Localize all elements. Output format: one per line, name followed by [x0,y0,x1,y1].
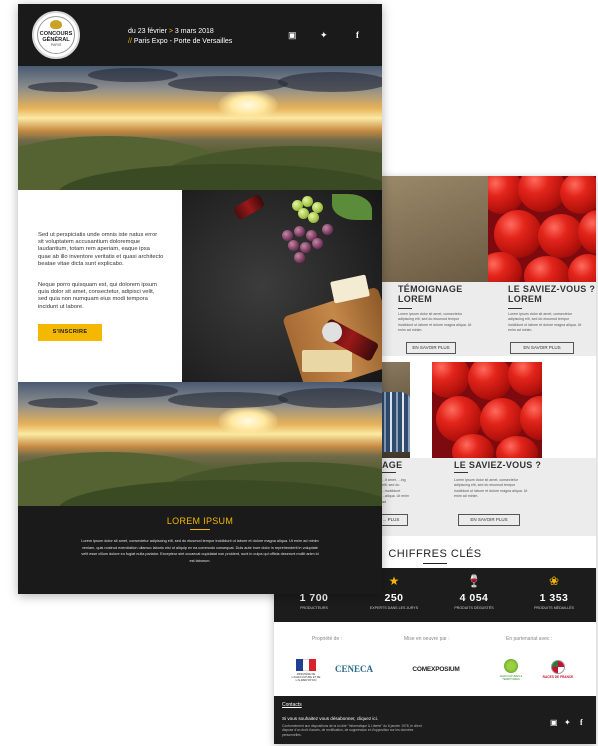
block-title: AGE [382,460,403,470]
ministry-logo-text: MINISTÈRE DE L'AGRICULTURE ET DE L'ALIME… [291,672,321,682]
email-header: CONCOURS GÉNÉRAL PARIS du 23 février > 3 … [18,4,382,66]
ceneca-logo[interactable]: CENECA [332,660,376,678]
read-more-button[interactable]: EN SAVOIR PLUS [510,342,574,354]
intro-paragraph-2: Neque porro quisquam est, qui dolorem ip… [38,282,157,310]
stat-label: PRODUITS MÉDAILLÉS [534,606,574,610]
instagram-icon[interactable]: ▣ [288,30,297,41]
jury-icon: ★ [388,574,400,588]
footer-title-rule [190,529,210,530]
register-button[interactable]: S'INSCRIRE [38,324,102,341]
read-more-button[interactable]: EN SAVOIR PLUS [406,342,456,354]
footer-title: LOREM IPSUM [166,516,234,526]
title-rule [454,472,468,473]
key-figures-rule [423,563,447,564]
twitter-icon[interactable]: ✦ [564,718,571,727]
stat-label: PRODUITS DÉGUSTÉS [454,606,494,610]
intro-text-column: Sed ut perspiciatis unde omnis iste natu… [18,190,182,382]
instagram-icon[interactable]: ▣ [550,718,558,727]
legal-text: Conformément aux dispositions de la loi … [282,724,422,737]
contacts-link[interactable]: Contacts [282,702,302,708]
title-rule [382,472,396,473]
stat-products-tasted: 🍷 4 054 PRODUITS DÉGUSTÉS [434,568,514,622]
testimony-text-area: TÉMOIGNAGE LOREM Lorem ipsum dolor sit am… [374,282,488,356]
block-text: Lorem ipsum dolor sit amet, consectetur … [508,312,582,333]
logo-subtext: PARIS [50,43,62,47]
unsubscribe-text[interactable]: Si vous souhaitez vous désabonner, cliqu… [282,716,378,721]
stat-label: EXPERTS DANS LES JURYS [369,606,419,610]
hero-landscape-image [18,66,382,190]
agriculteurs-logo-text: AGRICULTURES & TERRITOIRES [499,675,523,681]
races-logo-text: RACES DE FRANCE [542,675,574,680]
title-rule [508,308,522,309]
comexposium-logo[interactable]: COMEXPOSIUM [406,660,466,678]
event-dates: du 23 février > 3 mars 2018 [128,28,214,35]
partner-caption: En partenariat avec : [506,636,553,642]
secondary-footer: Contacts Si vous souhaitez vous désabonn… [274,696,596,744]
partners-section: Propriété de : Mise en oeuvre par : En p… [274,622,596,696]
block-title: LE SAVIEZ-VOUS ? LOREM [508,284,596,304]
did-you-know-block: LE SAVIEZ-VOUS ? LOREM Lorem ipsum dolor … [488,282,596,356]
food-wine-image [182,190,382,382]
intro-paragraph-1: Sed ut perspiciatis unde omnis iste natu… [38,232,164,267]
landscape-image-2 [18,382,382,506]
twitter-icon[interactable]: ✦ [320,30,328,41]
owner-caption: Propriété de : [312,636,343,642]
leaf-icon [50,20,62,29]
block-text: Lorem ipsum dolor sit amet, consectetur … [398,312,472,333]
block-text: ...it amet, ...ing elit, sed do ...incid… [382,478,409,504]
farmer-photo-partial [382,362,410,458]
logo-text: CONCOURS GÉNÉRAL [39,31,73,43]
races-de-france-logo[interactable]: RACES DE FRANCE [540,650,576,690]
did-you-know-block-2: LE SAVIEZ-VOUS ? Lorem ipsum dolor sit a… [432,458,596,536]
read-more-button[interactable]: EN SAVOIR PLUS [458,514,520,526]
block-title: LE SAVIEZ-VOUS ? [454,460,542,470]
stat-number: 1 353 [539,592,569,604]
intro-section: Sed ut perspiciatis unde omnis iste natu… [18,190,382,382]
block-text: Lorem ipsum dolor sit amet, consectetur … [454,478,528,499]
implementer-caption: Mise en oeuvre par : [404,636,450,642]
footer-text: Lorem ipsum dolor sit amet, consectetur … [81,539,319,563]
email-preview-main: CONCOURS GÉNÉRAL PARIS du 23 février > 3 … [18,4,382,594]
apples-photo [488,176,596,282]
facebook-icon[interactable]: f [580,718,583,727]
partial-testimony-block: AGE ...it amet, ...ing elit, sed do ...i… [374,458,432,536]
stat-label: PRODUCTEURS [300,606,328,610]
stat-number: 4 054 [459,592,489,604]
concours-general-logo[interactable]: CONCOURS GÉNÉRAL PARIS [32,11,80,59]
agriculteurs-logo[interactable]: AGRICULTURES & TERRITOIRES [496,650,526,690]
wheat-icon: ❀ [548,574,560,588]
facebook-icon[interactable]: f [356,30,359,40]
ministry-logo[interactable]: MINISTÈRE DE L'AGRICULTURE ET DE L'ALIME… [288,650,324,690]
block-title: TÉMOIGNAGE LOREM [398,284,463,304]
stat-products-awarded: ❀ 1 353 PRODUITS MÉDAILLÉS [514,568,594,622]
title-rule [398,308,412,309]
apples-photo-2 [432,362,542,458]
wine-icon: 🍷 [466,574,482,588]
main-footer: LOREM IPSUM Lorem ipsum dolor sit amet, … [18,506,382,594]
event-location: // Paris Expo - Porte de Versailles [128,38,233,45]
